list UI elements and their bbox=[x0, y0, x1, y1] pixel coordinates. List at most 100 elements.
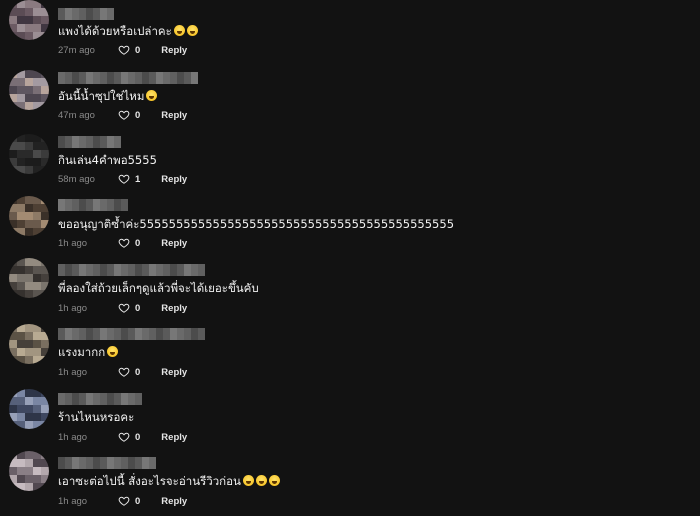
avatar-pixel bbox=[17, 274, 25, 282]
like-button[interactable]: 0 bbox=[118, 495, 140, 507]
avatar-pixel bbox=[17, 166, 25, 174]
username-pixel bbox=[156, 328, 163, 340]
avatar-pixel bbox=[25, 196, 33, 204]
username-pixel bbox=[86, 264, 93, 276]
avatar-pixel bbox=[9, 32, 17, 40]
avatar-pixel bbox=[33, 70, 41, 78]
avatar-pixel bbox=[17, 142, 25, 150]
username-pixel bbox=[107, 393, 114, 405]
avatar-pixel bbox=[33, 413, 41, 421]
username-pixel bbox=[114, 264, 121, 276]
reply-button[interactable]: Reply bbox=[161, 496, 187, 507]
like-button[interactable]: 0 bbox=[118, 237, 140, 249]
avatar-pixel bbox=[17, 340, 25, 348]
avatar-pixel bbox=[25, 78, 33, 86]
avatar-pixel bbox=[9, 397, 17, 405]
avatar-pixel bbox=[17, 204, 25, 212]
username-blurred[interactable] bbox=[58, 328, 205, 340]
avatar[interactable] bbox=[9, 70, 49, 110]
comment: อันนี้น้ำซุปใช่ไหม 47m ago 0 Reply bbox=[0, 64, 700, 128]
avatar-pixel bbox=[17, 483, 25, 491]
avatar-pixel bbox=[41, 421, 49, 429]
timestamp: 1h ago bbox=[58, 495, 88, 507]
avatar-pixel bbox=[41, 220, 49, 228]
username-pixel bbox=[121, 199, 128, 211]
avatar-pixel bbox=[9, 459, 17, 467]
username-pixel bbox=[156, 264, 163, 276]
username-pixel bbox=[93, 72, 100, 84]
avatar-pixel bbox=[17, 158, 25, 166]
username-pixel bbox=[198, 328, 205, 340]
avatar-pixel bbox=[33, 8, 41, 16]
username-pixel bbox=[100, 264, 107, 276]
avatar-pixel bbox=[17, 32, 25, 40]
like-button[interactable]: 0 bbox=[118, 302, 140, 314]
avatar-pixel bbox=[9, 8, 17, 16]
comment-text: กินเล่น4คำพอ5555 bbox=[58, 153, 157, 167]
avatar-pixel bbox=[17, 8, 25, 16]
avatar-pixel bbox=[17, 467, 25, 475]
reply-button[interactable]: Reply bbox=[161, 110, 187, 121]
avatar[interactable] bbox=[9, 134, 49, 174]
like-button[interactable]: 0 bbox=[118, 366, 140, 378]
username-blurred[interactable] bbox=[58, 393, 142, 405]
like-button[interactable]: 0 bbox=[118, 431, 140, 443]
avatar-pixel bbox=[33, 196, 41, 204]
avatar-pixel bbox=[41, 332, 49, 340]
username-pixel bbox=[135, 264, 142, 276]
like-button[interactable]: 0 bbox=[118, 109, 140, 121]
username-blurred[interactable] bbox=[58, 72, 198, 84]
avatar[interactable] bbox=[9, 196, 49, 236]
reply-button[interactable]: Reply bbox=[161, 174, 187, 185]
like-button[interactable]: 1 bbox=[118, 173, 140, 185]
avatar[interactable] bbox=[9, 258, 49, 298]
reply-button[interactable]: Reply bbox=[161, 367, 187, 378]
username-pixel bbox=[79, 328, 86, 340]
avatar[interactable] bbox=[9, 389, 49, 429]
username-pixel bbox=[93, 264, 100, 276]
avatar-pixel bbox=[33, 158, 41, 166]
comment-text: แพงได้ด้วยหรือเปล่าคะ bbox=[58, 24, 198, 39]
avatar-pixel bbox=[9, 78, 17, 86]
avatar-pixel bbox=[41, 290, 49, 298]
comment-text: แรงมากก bbox=[58, 345, 119, 360]
comment-text: เอาซะต่อไปนี้ สั่งอะไรจะอ่านรีวิวก่อน bbox=[58, 474, 280, 489]
username-pixel bbox=[65, 457, 72, 469]
avatar-pixel bbox=[33, 32, 41, 40]
avatar-pixel bbox=[33, 266, 41, 274]
avatar-pixel bbox=[33, 421, 41, 429]
avatar-pixel bbox=[17, 332, 25, 340]
avatar-pixel bbox=[25, 166, 33, 174]
username-pixel bbox=[58, 72, 65, 84]
like-count: 1 bbox=[135, 173, 141, 185]
avatar-pixel bbox=[25, 389, 33, 397]
avatar-pixel bbox=[9, 258, 17, 266]
avatar-pixel bbox=[17, 78, 25, 86]
avatar-pixel bbox=[33, 324, 41, 332]
avatar[interactable] bbox=[9, 451, 49, 491]
username-blurred[interactable] bbox=[58, 199, 128, 211]
username-pixel bbox=[72, 72, 79, 84]
username-pixel bbox=[184, 72, 191, 84]
like-button[interactable]: 0 bbox=[118, 44, 140, 56]
username-pixel bbox=[100, 8, 107, 20]
username-blurred[interactable] bbox=[58, 8, 114, 20]
username-blurred[interactable] bbox=[58, 264, 205, 276]
reply-button[interactable]: Reply bbox=[161, 238, 187, 249]
avatar-pixel bbox=[25, 142, 33, 150]
username-blurred[interactable] bbox=[58, 136, 121, 148]
avatar[interactable] bbox=[9, 0, 49, 40]
avatar-pixel bbox=[33, 483, 41, 491]
username-pixel bbox=[114, 199, 121, 211]
avatar-pixel bbox=[9, 467, 17, 475]
avatar-pixel bbox=[9, 94, 17, 102]
username-blurred[interactable] bbox=[58, 457, 156, 469]
avatar-pixel bbox=[25, 228, 33, 236]
avatar-pixel bbox=[9, 166, 17, 174]
avatar-pixel bbox=[17, 451, 25, 459]
avatar-pixel bbox=[33, 389, 41, 397]
reply-button[interactable]: Reply bbox=[161, 45, 187, 56]
avatar[interactable] bbox=[9, 324, 49, 364]
reply-button[interactable]: Reply bbox=[161, 303, 187, 314]
reply-button[interactable]: Reply bbox=[161, 432, 187, 443]
